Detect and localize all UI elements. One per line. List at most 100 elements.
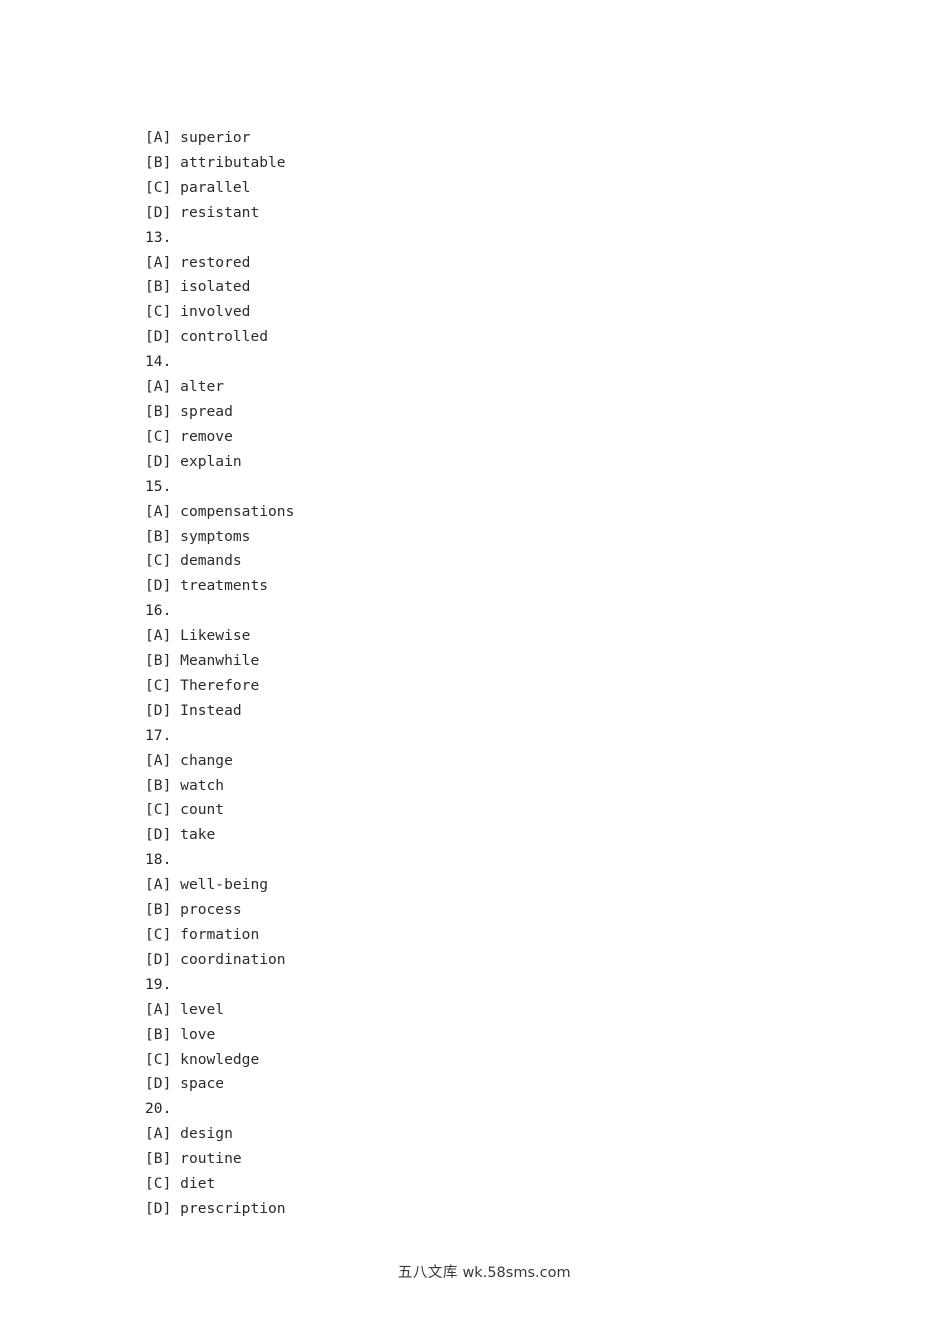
answer-option: [D] coordination	[145, 948, 845, 973]
watermark-url: wk.58sms.com	[462, 1265, 571, 1281]
option-text: coordination	[180, 950, 286, 968]
option-label: [D]	[145, 701, 172, 719]
option-label-gap	[171, 328, 180, 345]
option-label-gap	[171, 179, 180, 196]
option-label: [D]	[145, 1075, 172, 1093]
option-text: well-being	[180, 876, 269, 894]
option-label: [A]	[145, 502, 172, 520]
option-text: remove	[180, 427, 233, 445]
answer-option: [B] Meanwhile	[145, 649, 845, 674]
answer-option: [D] Instead	[145, 699, 845, 724]
option-label-gap	[171, 254, 180, 271]
option-label: [C]	[145, 676, 172, 694]
option-label-gap	[171, 627, 180, 644]
answer-option: [B] attributable	[145, 151, 845, 176]
question-number-text: 19.	[145, 975, 172, 993]
option-label: [D]	[145, 950, 172, 968]
answer-option: [A] Likewise	[145, 624, 845, 649]
option-label: [A]	[145, 1125, 172, 1143]
answer-option: [A] design	[145, 1122, 845, 1147]
answer-option: [D] prescription	[145, 1197, 845, 1222]
option-label-gap	[171, 876, 180, 893]
question-number: 13.	[145, 226, 845, 251]
option-label-gap	[171, 901, 180, 918]
answer-option: [A] level	[145, 998, 845, 1023]
answer-option: [A] compensations	[145, 500, 845, 525]
answer-option: [D] explain	[145, 450, 845, 475]
option-label-gap	[171, 926, 180, 943]
answer-option: [C] knowledge	[145, 1048, 845, 1073]
option-label: [B]	[145, 652, 172, 670]
option-label: [C]	[145, 1175, 172, 1193]
option-text: Likewise	[180, 627, 251, 645]
watermark: 五八文库 wk.58sms.com	[0, 1243, 950, 1303]
option-label: [D]	[145, 328, 172, 346]
option-text: knowledge	[180, 1050, 260, 1068]
option-label: [A]	[145, 627, 172, 645]
option-text: compensations	[180, 502, 295, 520]
option-text: Therefore	[180, 676, 260, 694]
option-text: alter	[180, 378, 225, 396]
option-text: watch	[180, 776, 225, 794]
option-label-gap	[171, 1026, 180, 1043]
option-label-gap	[171, 403, 180, 420]
answer-option: [A] restored	[145, 251, 845, 276]
option-text: restored	[180, 253, 251, 271]
option-text: Instead	[180, 701, 242, 719]
answer-option: [B] routine	[145, 1147, 845, 1172]
option-label-gap	[171, 1001, 180, 1018]
option-text: superior	[180, 129, 251, 146]
option-label-gap	[171, 528, 180, 545]
answer-option: [B] love	[145, 1023, 845, 1048]
option-label-gap	[171, 204, 180, 221]
answer-option: [C] remove	[145, 425, 845, 450]
option-label: [B]	[145, 153, 172, 171]
answer-option: [C] involved	[145, 300, 845, 325]
option-label: [C]	[145, 427, 172, 445]
answer-option: [C] Therefore	[145, 674, 845, 699]
option-label: [C]	[145, 178, 172, 196]
answer-option: [B] spread	[145, 400, 845, 425]
option-label: [A]	[145, 876, 172, 894]
option-label-gap	[171, 303, 180, 320]
question-number: 20.	[145, 1097, 845, 1122]
answer-option: [B] watch	[145, 774, 845, 799]
option-label: [C]	[145, 303, 172, 321]
question-number-text: 13.	[145, 228, 172, 246]
answer-option: [D] resistant	[145, 201, 845, 226]
option-text: count	[180, 801, 225, 819]
option-label-gap	[171, 428, 180, 445]
answer-option: [C] formation	[145, 923, 845, 948]
option-label-gap	[171, 378, 180, 395]
option-text: attributable	[180, 153, 286, 171]
option-label: [C]	[145, 552, 172, 570]
answer-option: [C] demands	[145, 549, 845, 574]
option-text: routine	[180, 1150, 242, 1168]
option-label-gap	[171, 552, 180, 569]
option-text: Meanwhile	[180, 652, 260, 670]
option-label-gap	[171, 129, 180, 146]
question-number-text: 14.	[145, 353, 172, 371]
option-label: [A]	[145, 253, 172, 271]
answer-option: [B] isolated	[145, 275, 845, 300]
answer-option: [A] change	[145, 749, 845, 774]
option-label-gap	[171, 1075, 180, 1092]
answer-option: [D] treatments	[145, 574, 845, 599]
question-number-text: 20.	[145, 1100, 172, 1118]
option-label-gap	[171, 951, 180, 968]
option-text: involved	[180, 303, 251, 321]
option-text: demands	[180, 552, 242, 570]
option-label-gap	[171, 1125, 180, 1142]
answer-option: [D] space	[145, 1072, 845, 1097]
option-label-gap	[171, 453, 180, 470]
option-text: prescription	[180, 1199, 286, 1217]
option-label-gap	[171, 652, 180, 669]
option-label: [B]	[145, 1150, 172, 1168]
option-label-gap	[171, 278, 180, 295]
option-text: design	[180, 1125, 233, 1143]
option-label-gap	[171, 826, 180, 843]
answer-option: [C] parallel	[145, 176, 845, 201]
question-number: 14.	[145, 350, 845, 375]
option-label: [B]	[145, 402, 172, 420]
option-label: [B]	[145, 1025, 172, 1043]
